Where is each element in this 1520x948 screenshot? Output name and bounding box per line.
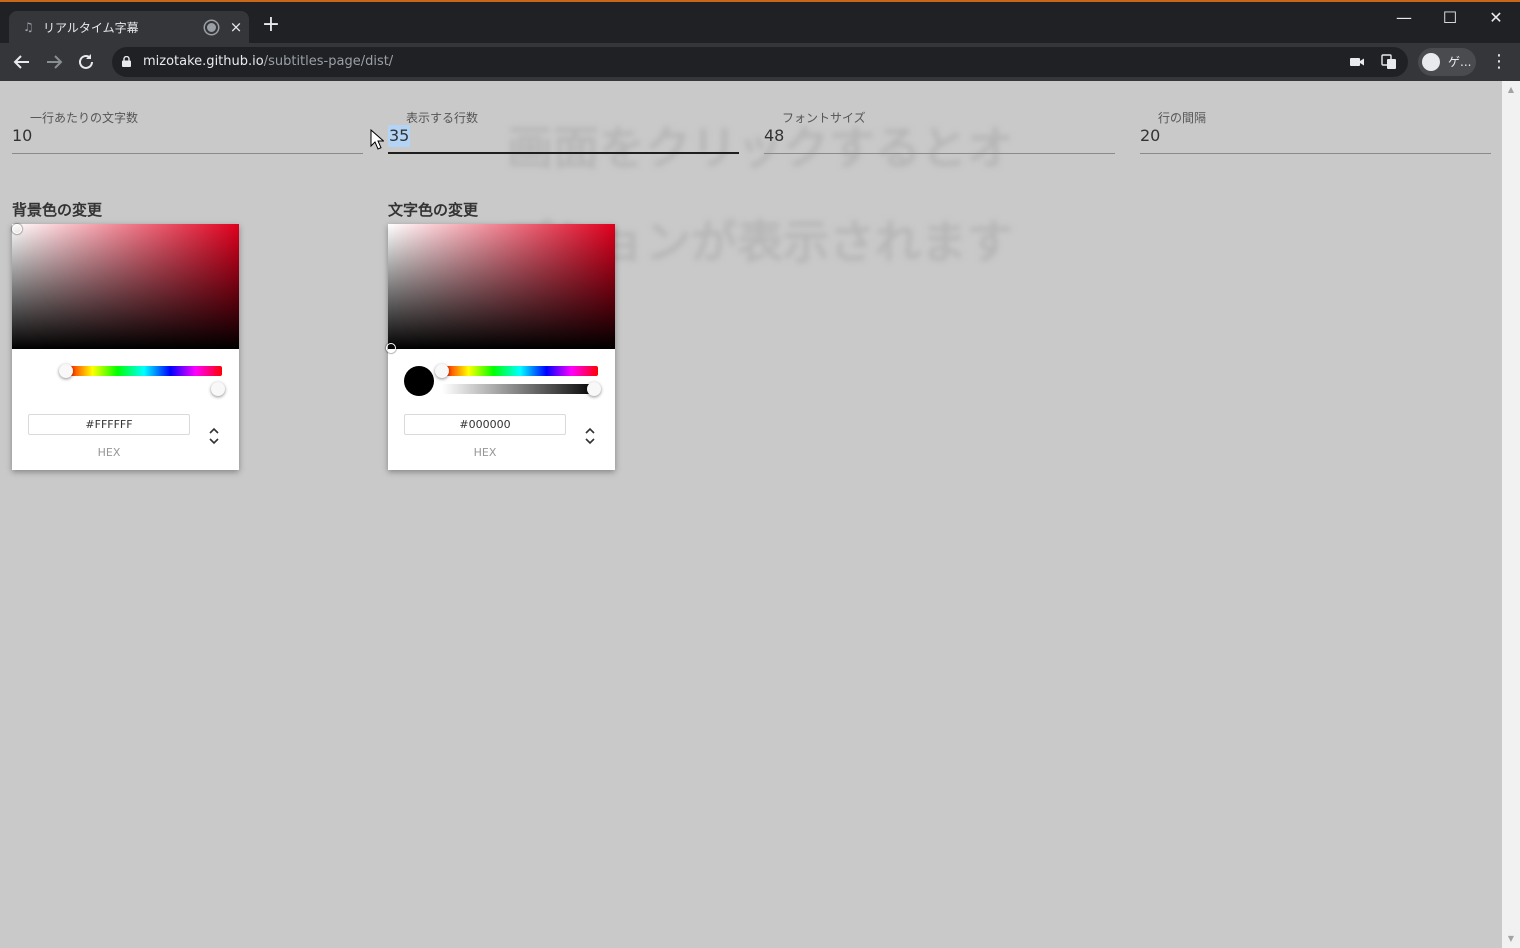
address-bar[interactable]: mizotake.github.io/subtitles-page/dist/ — [112, 47, 1408, 77]
hue-slider[interactable] — [59, 364, 222, 378]
alpha-slider[interactable] — [66, 382, 225, 396]
text-color-title: 文字色の変更 — [388, 201, 479, 219]
back-arrow-icon — [13, 55, 29, 69]
font-size-input[interactable]: 48 — [764, 125, 784, 147]
forward-button[interactable] — [41, 49, 67, 75]
background-color-picker[interactable]: #FFFFFF HEX — [12, 224, 239, 470]
saturation-area[interactable] — [386, 224, 615, 353]
browser-menu-icon[interactable]: ⋮ — [1490, 49, 1508, 75]
hex-input[interactable]: #FFFFFF — [28, 414, 190, 435]
page-scrollbar[interactable]: ▲ ▼ — [1502, 81, 1520, 948]
chars-per-line-input[interactable]: 10 — [12, 125, 32, 147]
saturation-area[interactable] — [12, 224, 239, 349]
display-lines-input[interactable]: 35 — [388, 125, 411, 147]
reload-button[interactable] — [73, 49, 99, 75]
hex-format-label: HEX — [473, 446, 497, 459]
current-color-swatch — [28, 366, 58, 396]
format-toggle-icon[interactable] — [582, 424, 598, 448]
chars-per-line-label: 一行あたりの文字数 — [30, 111, 139, 125]
browser-title-bar: ♫ リアルタイム字幕 × + — ☐ ✕ — [0, 0, 1520, 45]
forward-arrow-icon — [47, 55, 63, 69]
maximize-button[interactable]: ☐ — [1432, 5, 1468, 31]
text-color-picker[interactable]: #000000 HEX — [386, 224, 615, 470]
profile-button[interactable]: ゲ... — [1418, 48, 1476, 76]
back-button[interactable] — [9, 49, 35, 75]
line-spacing-label: 行の間隔 — [1158, 111, 1207, 125]
url-host: mizotake.github.io — [143, 54, 264, 69]
browser-toolbar: mizotake.github.io/subtitles-page/dist/ … — [0, 43, 1520, 81]
scroll-up-icon[interactable]: ▲ — [1502, 83, 1520, 97]
line-spacing-field[interactable]: 行の間隔 20 — [1140, 109, 1491, 154]
display-lines-field[interactable]: 表示する行数 35 — [388, 109, 739, 154]
page-content[interactable]: 画面をクリックするとオプションが表示されます 一行あたりの文字数 10 表示する… — [0, 81, 1502, 948]
reload-icon — [79, 54, 93, 69]
tab-title: リアルタイム字幕 — [43, 21, 139, 35]
url-text: mizotake.github.io/subtitles-page/dist/ — [143, 54, 393, 70]
translate-icon[interactable] — [1380, 53, 1398, 71]
alpha-slider[interactable] — [442, 382, 601, 396]
line-spacing-input[interactable]: 20 — [1140, 125, 1160, 147]
hue-slider-knob[interactable] — [59, 364, 73, 378]
mouse-cursor-icon — [370, 129, 384, 150]
hue-slider-knob[interactable] — [435, 364, 449, 378]
minimize-button[interactable]: — — [1386, 5, 1422, 31]
lock-icon — [122, 56, 131, 67]
scroll-down-icon[interactable]: ▼ — [1502, 932, 1520, 946]
avatar-icon — [1422, 53, 1440, 71]
background-color-title: 背景色の変更 — [12, 201, 103, 219]
tab-close-button[interactable]: × — [227, 17, 245, 37]
profile-name: ゲ... — [1448, 55, 1472, 69]
camera-in-use-icon[interactable] — [1348, 53, 1366, 71]
display-lines-label: 表示する行数 — [406, 111, 479, 125]
saturation-knob[interactable] — [12, 224, 22, 234]
alpha-slider-knob[interactable] — [211, 382, 225, 396]
format-toggle-icon[interactable] — [206, 424, 222, 448]
url-path: /subtitles-page/dist/ — [263, 54, 394, 69]
page-favicon-icon: ♫ — [23, 20, 34, 34]
hue-slider[interactable] — [435, 364, 598, 378]
current-color-swatch — [404, 366, 434, 396]
font-size-field[interactable]: フォントサイズ 48 — [764, 109, 1115, 154]
chars-per-line-field[interactable]: 一行あたりの文字数 10 — [12, 109, 363, 154]
alpha-slider-knob[interactable] — [587, 382, 601, 396]
hex-format-label: HEX — [97, 446, 121, 459]
browser-tab[interactable]: ♫ リアルタイム字幕 × — [9, 11, 249, 45]
window-close-button[interactable]: ✕ — [1478, 5, 1514, 31]
recording-indicator-icon — [205, 21, 218, 34]
new-tab-button[interactable]: + — [260, 14, 282, 36]
saturation-knob[interactable] — [386, 343, 396, 353]
hex-input[interactable]: #000000 — [404, 414, 566, 435]
font-size-label: フォントサイズ — [782, 111, 866, 125]
